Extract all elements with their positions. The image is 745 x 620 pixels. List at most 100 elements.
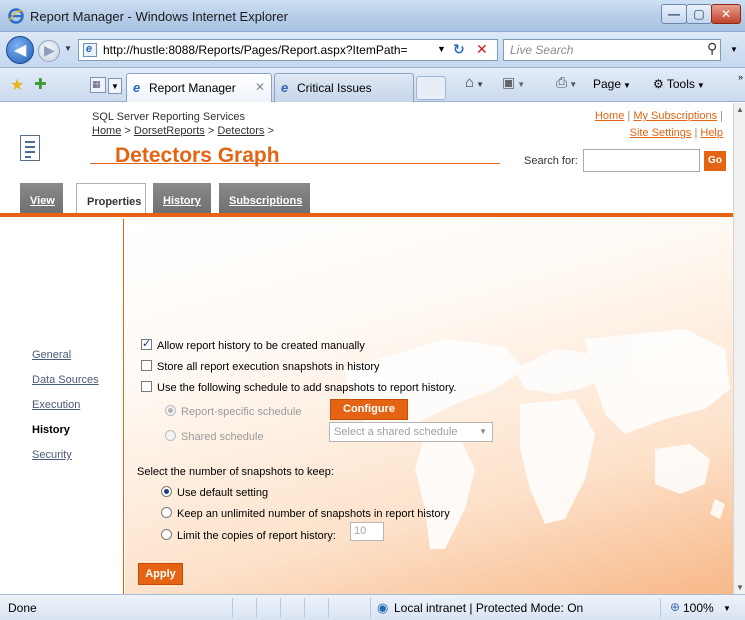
- radio-button: [165, 405, 176, 416]
- minimize-button[interactable]: —: [661, 4, 687, 24]
- sidebar-item-execution[interactable]: Execution: [32, 399, 80, 411]
- feeds-icon[interactable]: ▣ ▼: [502, 74, 525, 91]
- address-input[interactable]: e http://hustle:8088/Reports/Pages/Repor…: [78, 39, 498, 61]
- search-options-dropdown-icon[interactable]: ▼: [730, 45, 738, 54]
- browser-tab-critical-issues[interactable]: e Critical Issues: [274, 73, 414, 102]
- status-segment: [256, 598, 278, 618]
- search-input[interactable]: [583, 149, 700, 172]
- status-bar: Done ◉ Local intranet | Protected Mode: …: [0, 594, 745, 620]
- breadcrumb-detectors-link[interactable]: Detectors: [217, 125, 264, 137]
- report-specific-schedule-radio[interactable]: Report-specific schedule: [165, 405, 301, 418]
- breadcrumb: Home > DorsetReports > Detectors >: [92, 125, 274, 137]
- help-link[interactable]: Help: [700, 127, 723, 139]
- window-title: Report Manager - Windows Internet Explor…: [30, 9, 288, 24]
- close-window-button[interactable]: ✕: [711, 4, 741, 24]
- sidebar-item-history: History: [32, 424, 70, 436]
- sidebar-item-data-sources[interactable]: Data Sources: [32, 374, 99, 386]
- allow-manual-history-checkbox[interactable]: Allow report history to be created manua…: [141, 337, 365, 352]
- radio-button: [165, 430, 176, 441]
- minimize-icon: —: [668, 7, 680, 21]
- close-icon: ✕: [720, 7, 732, 21]
- keep-unlimited-radio[interactable]: Keep an unlimited number of snapshots in…: [161, 507, 450, 520]
- status-segment: [328, 598, 350, 618]
- use-default-setting-radio[interactable]: Use default setting: [161, 486, 268, 499]
- checkbox-box: [141, 337, 152, 350]
- live-search-placeholder: Live Search: [510, 43, 574, 57]
- configure-button[interactable]: Configure: [330, 399, 408, 420]
- rs-header: SQL Server Reporting Services Home > Dor…: [0, 103, 733, 179]
- forward-button[interactable]: ▶: [38, 40, 60, 62]
- window-titlebar[interactable]: Report Manager - Windows Internet Explor…: [0, 0, 745, 32]
- zoom-level[interactable]: 100%: [683, 601, 714, 615]
- breadcrumb-dorsetreports-link[interactable]: DorsetReports: [134, 125, 205, 137]
- title-divider: [90, 163, 500, 164]
- back-arrow-icon: ◀: [14, 42, 27, 59]
- live-search-input[interactable]: Live Search: [503, 39, 721, 61]
- properties-sidebar: General Data Sources Execution History S…: [0, 219, 124, 594]
- store-snapshots-checkbox[interactable]: Store all report execution snapshots in …: [141, 360, 380, 373]
- quick-tabs-icon: ▦: [92, 79, 101, 89]
- go-button[interactable]: Go: [704, 151, 726, 171]
- scroll-up-icon[interactable]: ▲: [736, 105, 744, 114]
- breadcrumb-home-link[interactable]: Home: [92, 125, 121, 137]
- sidebar-item-general[interactable]: General: [32, 349, 71, 361]
- tab-history[interactable]: History: [153, 183, 211, 213]
- shared-schedule-select[interactable]: Select a shared schedule ▼: [329, 422, 493, 442]
- store-snapshots-label: Store all report execution snapshots in …: [157, 361, 380, 373]
- page-title: Detectors Graph: [115, 144, 280, 167]
- site-settings-link[interactable]: Site Settings: [630, 127, 692, 139]
- history-settings-panel: Allow report history to be created manua…: [125, 219, 733, 594]
- snapshots-heading: Select the number of snapshots to keep:: [137, 466, 334, 478]
- maximize-button[interactable]: ▢: [686, 4, 712, 24]
- zoom-dropdown-icon[interactable]: ▼: [723, 604, 731, 613]
- radio-button: [161, 529, 172, 540]
- stop-icon[interactable]: ✕: [476, 41, 488, 58]
- browser-tab-report-manager[interactable]: e Report Manager ✕: [126, 73, 272, 102]
- security-zone-text[interactable]: Local intranet | Protected Mode: On: [394, 601, 583, 615]
- status-segment: [280, 598, 302, 618]
- sidebar-item-security[interactable]: Security: [32, 449, 72, 461]
- new-tab-button[interactable]: [416, 76, 446, 100]
- limit-copies-radio[interactable]: Limit the copies of report history:: [161, 529, 336, 542]
- ie-page-icon: e: [281, 80, 289, 95]
- address-dropdown-icon[interactable]: ▼: [437, 44, 446, 54]
- tab-toolbar: ★ ✚ ▦ ▼ e Report Manager ✕ e Critical Is…: [0, 68, 745, 102]
- maximize-icon: ▢: [693, 7, 705, 21]
- gear-icon: ⚙: [653, 77, 667, 91]
- top-links: Home | My Subscriptions | Site Settings …: [594, 110, 723, 139]
- tab-subscriptions[interactable]: Subscriptions: [219, 183, 310, 213]
- apply-button[interactable]: Apply: [138, 563, 183, 585]
- chevron-more-icon[interactable]: »: [738, 72, 743, 82]
- favorites-star-icon[interactable]: ★: [10, 75, 24, 95]
- back-button[interactable]: ◀: [6, 36, 34, 64]
- limit-copies-input[interactable]: 10: [350, 522, 384, 541]
- tab-underline: [0, 213, 733, 217]
- browser-tab-label: Critical Issues: [297, 81, 372, 95]
- close-tab-icon[interactable]: ✕: [255, 80, 265, 94]
- tab-properties[interactable]: Properties: [76, 183, 146, 213]
- internet-explorer-icon: [8, 8, 24, 24]
- use-schedule-checkbox[interactable]: Use the following schedule to add snapsh…: [141, 381, 456, 394]
- vertical-scrollbar[interactable]: ▲ ▼: [733, 103, 745, 594]
- tools-menu-button[interactable]: ⚙ Tools ▼: [653, 77, 705, 91]
- recent-pages-dropdown[interactable]: ▼: [64, 44, 72, 53]
- search-icon[interactable]: ⚲: [707, 40, 717, 57]
- status-segment: [304, 598, 326, 618]
- browser-tab-label: Report Manager: [149, 81, 236, 95]
- intranet-globe-icon: ◉: [377, 600, 389, 615]
- page-menu-button[interactable]: Page ▼: [593, 77, 631, 91]
- tab-list-dropdown[interactable]: ▼: [108, 78, 122, 94]
- my-subscriptions-link[interactable]: My Subscriptions: [633, 110, 717, 122]
- shared-schedule-radio[interactable]: Shared schedule: [165, 430, 264, 443]
- home-icon[interactable]: ⌂ ▼: [465, 74, 484, 91]
- print-icon[interactable]: ⎙ ▼: [556, 74, 577, 91]
- ie-page-icon: e: [133, 80, 141, 95]
- home-link[interactable]: Home: [595, 110, 624, 122]
- scroll-down-icon[interactable]: ▼: [736, 583, 744, 592]
- add-favorite-icon[interactable]: ✚: [34, 75, 47, 93]
- quick-tabs-button[interactable]: ▦: [90, 77, 106, 93]
- refresh-icon[interactable]: ↻: [453, 41, 465, 58]
- product-name: SQL Server Reporting Services: [92, 111, 246, 123]
- tab-view[interactable]: View: [20, 183, 63, 213]
- checkbox-box: [141, 381, 152, 392]
